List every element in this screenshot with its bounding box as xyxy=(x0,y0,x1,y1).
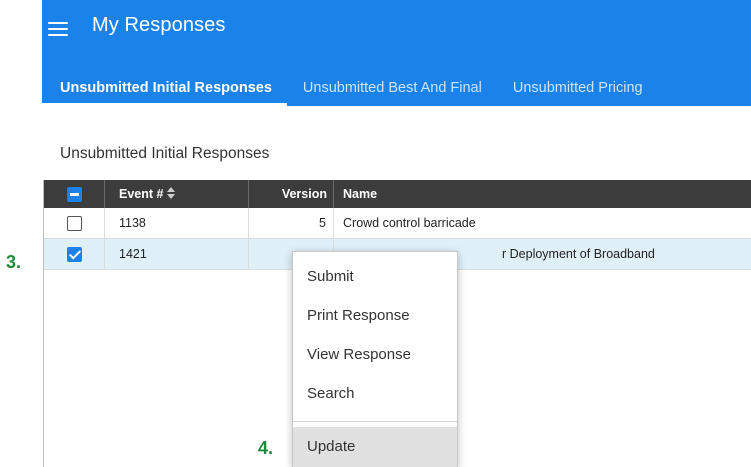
section-title: Unsubmitted Initial Responses xyxy=(60,145,270,162)
table-row[interactable]: 1138 5 Crowd control barricade xyxy=(44,208,751,239)
tab-unsubmitted-initial-responses[interactable]: Unsubmitted Initial Responses xyxy=(42,70,287,106)
menu-item-submit[interactable]: Submit xyxy=(293,259,457,295)
row-select-cell xyxy=(44,208,105,238)
step-3-annotation: 3. xyxy=(6,252,22,272)
hamburger-menu-icon[interactable] xyxy=(48,20,70,38)
row-context-menu: Submit Print Response View Response Sear… xyxy=(292,251,458,467)
tab-unsubmitted-best-and-final[interactable]: Unsubmitted Best And Final xyxy=(287,70,497,106)
menu-divider xyxy=(293,421,457,422)
tab-unsubmitted-pricing[interactable]: Unsubmitted Pricing xyxy=(497,70,658,106)
row-checkbox-checked[interactable] xyxy=(67,247,82,262)
version-cell: 5 xyxy=(249,208,334,238)
menu-item-search[interactable]: Search xyxy=(293,376,457,412)
table-header: Event # Version Name xyxy=(44,180,751,208)
name-cell: Crowd control barricade xyxy=(343,216,476,230)
column-header-name[interactable]: Name xyxy=(334,180,751,208)
column-header-event-label: Event # xyxy=(119,187,164,201)
event-number-cell: 1138 xyxy=(105,208,249,238)
page-title: My Responses xyxy=(92,14,226,36)
column-header-event[interactable]: Event # xyxy=(105,180,249,208)
menu-item-print-response[interactable]: Print Response xyxy=(293,298,457,334)
event-number-cell: 1421 xyxy=(105,239,249,269)
step-4-annotation: 4. xyxy=(258,438,274,458)
menu-item-update[interactable]: Update xyxy=(293,427,457,467)
select-all-checkbox[interactable] xyxy=(67,187,82,202)
row-select-cell xyxy=(44,239,105,269)
sort-icon[interactable] xyxy=(167,186,176,199)
menu-item-view-response[interactable]: View Response xyxy=(293,337,457,373)
column-header-version[interactable]: Version xyxy=(249,180,334,208)
response-tabs: Unsubmitted Initial Responses Unsubmitte… xyxy=(42,70,658,106)
select-all-header xyxy=(44,180,105,208)
row-checkbox[interactable] xyxy=(67,216,82,231)
